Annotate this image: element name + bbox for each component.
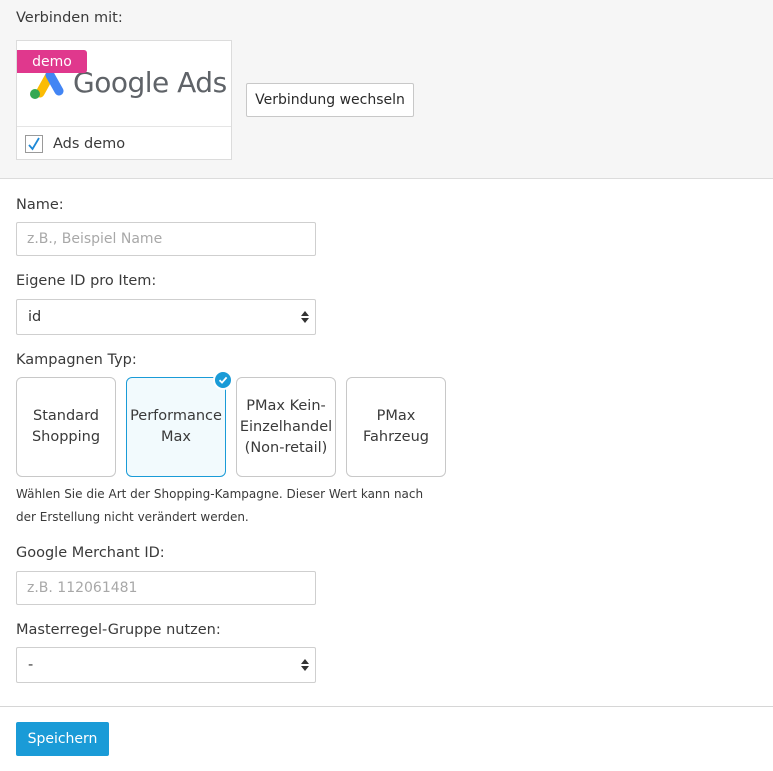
item-id-value: id <box>28 309 42 325</box>
campaign-type-pmax-non-retail[interactable]: PMax Kein-Einzelhandel (Non-retail) <box>236 377 336 477</box>
campaign-type-help-text: Wählen Sie die Art der Shopping-Kampagne… <box>16 487 424 524</box>
item-id-label: Eigene ID pro Item: <box>16 273 157 289</box>
switch-connection-button[interactable]: Verbindung wechseln <box>246 83 414 117</box>
connect-section: Verbinden mit: Google Ads demo Ads demo … <box>0 0 773 179</box>
campaign-type-label: Kampagnen Typ: <box>16 352 137 368</box>
master-rule-group-select[interactable]: - <box>16 647 316 683</box>
item-id-select[interactable]: id <box>16 299 316 335</box>
campaign-type-option-label: PMax Kein-Einzelhandel (Non-retail) <box>239 397 333 456</box>
select-arrows-icon <box>301 309 309 325</box>
select-arrows-icon <box>301 657 309 673</box>
campaign-type-option-label: Performance Max <box>130 408 222 445</box>
account-name: Ads demo <box>53 136 126 152</box>
selected-check-icon <box>213 370 233 390</box>
campaign-type-option-label: PMax Fahrzeug <box>363 408 429 445</box>
account-row[interactable]: Ads demo <box>25 134 125 154</box>
provider-logo-area: Google Ads demo <box>17 41 231 127</box>
merchant-id-label: Google Merchant ID: <box>16 545 165 561</box>
merchant-id-input[interactable] <box>16 571 316 605</box>
name-input[interactable] <box>16 222 316 256</box>
campaign-type-option-label: Standard Shopping <box>31 408 101 445</box>
account-card[interactable]: Google Ads demo Ads demo <box>16 40 232 160</box>
footer-divider <box>0 706 773 707</box>
campaign-type-standard-shopping[interactable]: Standard Shopping <box>16 377 116 477</box>
campaign-type-performance-max[interactable]: Performance Max <box>126 370 233 477</box>
name-label: Name: <box>16 197 64 213</box>
master-rule-group-label: Masterregel-Gruppe nutzen: <box>16 622 221 638</box>
campaign-type-pmax-vehicle[interactable]: PMax Fahrzeug <box>346 377 446 477</box>
provider-name: Google Ads <box>73 66 227 99</box>
account-checkbox[interactable] <box>25 135 43 153</box>
save-button[interactable]: Speichern <box>16 722 109 756</box>
master-rule-group-value: - <box>28 657 34 673</box>
connect-label: Verbinden mit: <box>16 10 123 26</box>
checkmark-icon <box>28 137 40 151</box>
google-ads-logo-icon <box>30 70 64 99</box>
demo-badge: demo <box>17 50 87 73</box>
